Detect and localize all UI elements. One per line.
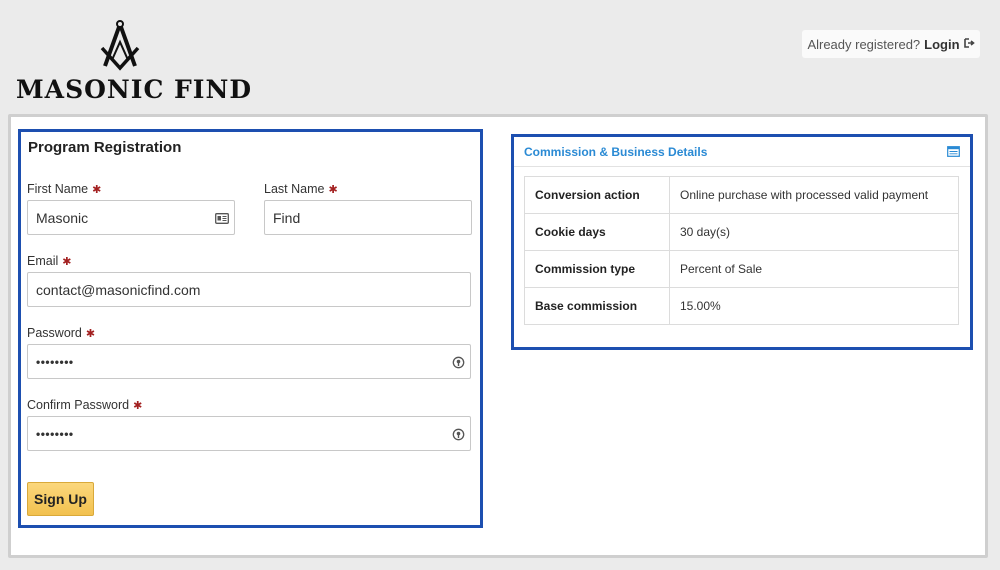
first-name-label: First Name ✱ [27,182,102,196]
password-label: Password ✱ [27,326,96,340]
required-marker: ✱ [328,184,338,196]
password-field[interactable]: •••••••• [27,344,471,379]
sign-in-icon[interactable] [963,37,975,51]
commission-details-table: Conversion action Online purchase with p… [524,176,959,325]
panel-window-icon[interactable] [947,144,960,162]
password-value: •••••••• [36,354,74,369]
detail-value: Percent of Sale [669,250,959,288]
table-row: Commission type Percent of Sale [524,250,959,288]
first-name-input[interactable]: Masonic [27,200,235,235]
masonic-find-logo[interactable]: MASONIC FIND [14,20,251,104]
commission-panel-header: Commission & Business Details [514,137,970,167]
login-link[interactable]: Login [924,37,959,52]
required-marker: ✱ [85,328,96,340]
first-name-value: Masonic [36,209,89,226]
detail-value: Online purchase with processed valid pay… [669,176,959,214]
detail-key: Cookie days [524,213,670,251]
confirm-password-field[interactable]: •••••••• [27,416,471,451]
sign-up-button[interactable]: Sign Up [27,482,94,516]
email-field[interactable]: contact@masonicfind.com [27,272,471,307]
confirm-password-label: Confirm Password ✱ [27,398,143,412]
detail-value: 30 day(s) [669,213,959,251]
program-registration-form: Program Registration First Name ✱ Masonic… [18,129,483,528]
brand-name: MASONIC FIND [16,75,253,104]
square-compass-icon [100,20,140,71]
main-panel: Program Registration First Name ✱ Masonic… [8,114,988,558]
commission-details-panel: Commission & Business Details Conversion… [511,134,973,350]
email-label: Email ✱ [27,254,72,268]
email-value: contact@masonicfind.com [36,281,201,298]
table-row: Base commission 15.00% [524,287,959,325]
detail-value: 15.00% [669,287,959,325]
form-title: Program Registration [28,139,182,156]
last-name-label: Last Name ✱ [264,182,338,196]
last-name-input[interactable]: Find [264,200,472,235]
table-row: Cookie days 30 day(s) [524,213,959,251]
commission-panel-title: Commission & Business Details [524,145,708,159]
detail-key: Commission type [524,250,670,288]
already-registered-text: Already registered? [807,36,921,52]
contact-card-icon[interactable] [214,210,230,226]
detail-key: Base commission [524,287,670,325]
table-row: Conversion action Online purchase with p… [524,176,959,214]
required-marker: ✱ [133,400,143,412]
password-manager-icon[interactable] [450,354,466,370]
password-manager-icon[interactable] [450,426,466,442]
login-prompt: Already registered? Login [802,30,980,58]
last-name-value: Find [273,209,301,226]
required-marker: ✱ [62,256,72,268]
required-marker: ✱ [92,184,102,196]
confirm-password-value: •••••••• [36,426,74,441]
detail-key: Conversion action [524,176,670,214]
